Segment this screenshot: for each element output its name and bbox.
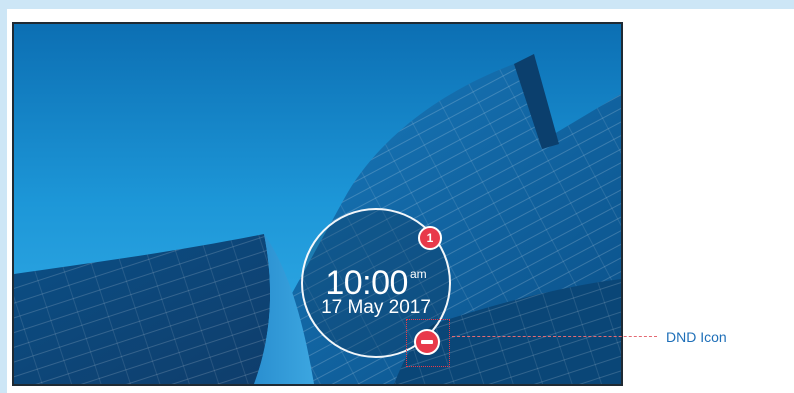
dnd-minus-icon[interactable] <box>414 329 440 355</box>
lock-screen: 10:00 am 17 May 2017 1 <box>12 22 623 386</box>
notification-badge[interactable]: 1 <box>418 226 442 250</box>
dnd-minus-bar <box>421 340 433 344</box>
frame-band-top <box>0 0 794 9</box>
dnd-callout-line <box>452 336 657 337</box>
clock-date: 17 May 2017 <box>321 297 431 318</box>
documentation-figure: 10:00 am 17 May 2017 1 DND Icon <box>0 0 794 393</box>
clock-ampm: am <box>409 267 427 281</box>
frame-band-left <box>0 9 7 393</box>
dnd-callout-label: DND Icon <box>666 329 727 345</box>
clock-time: 10:00 am <box>303 256 449 301</box>
